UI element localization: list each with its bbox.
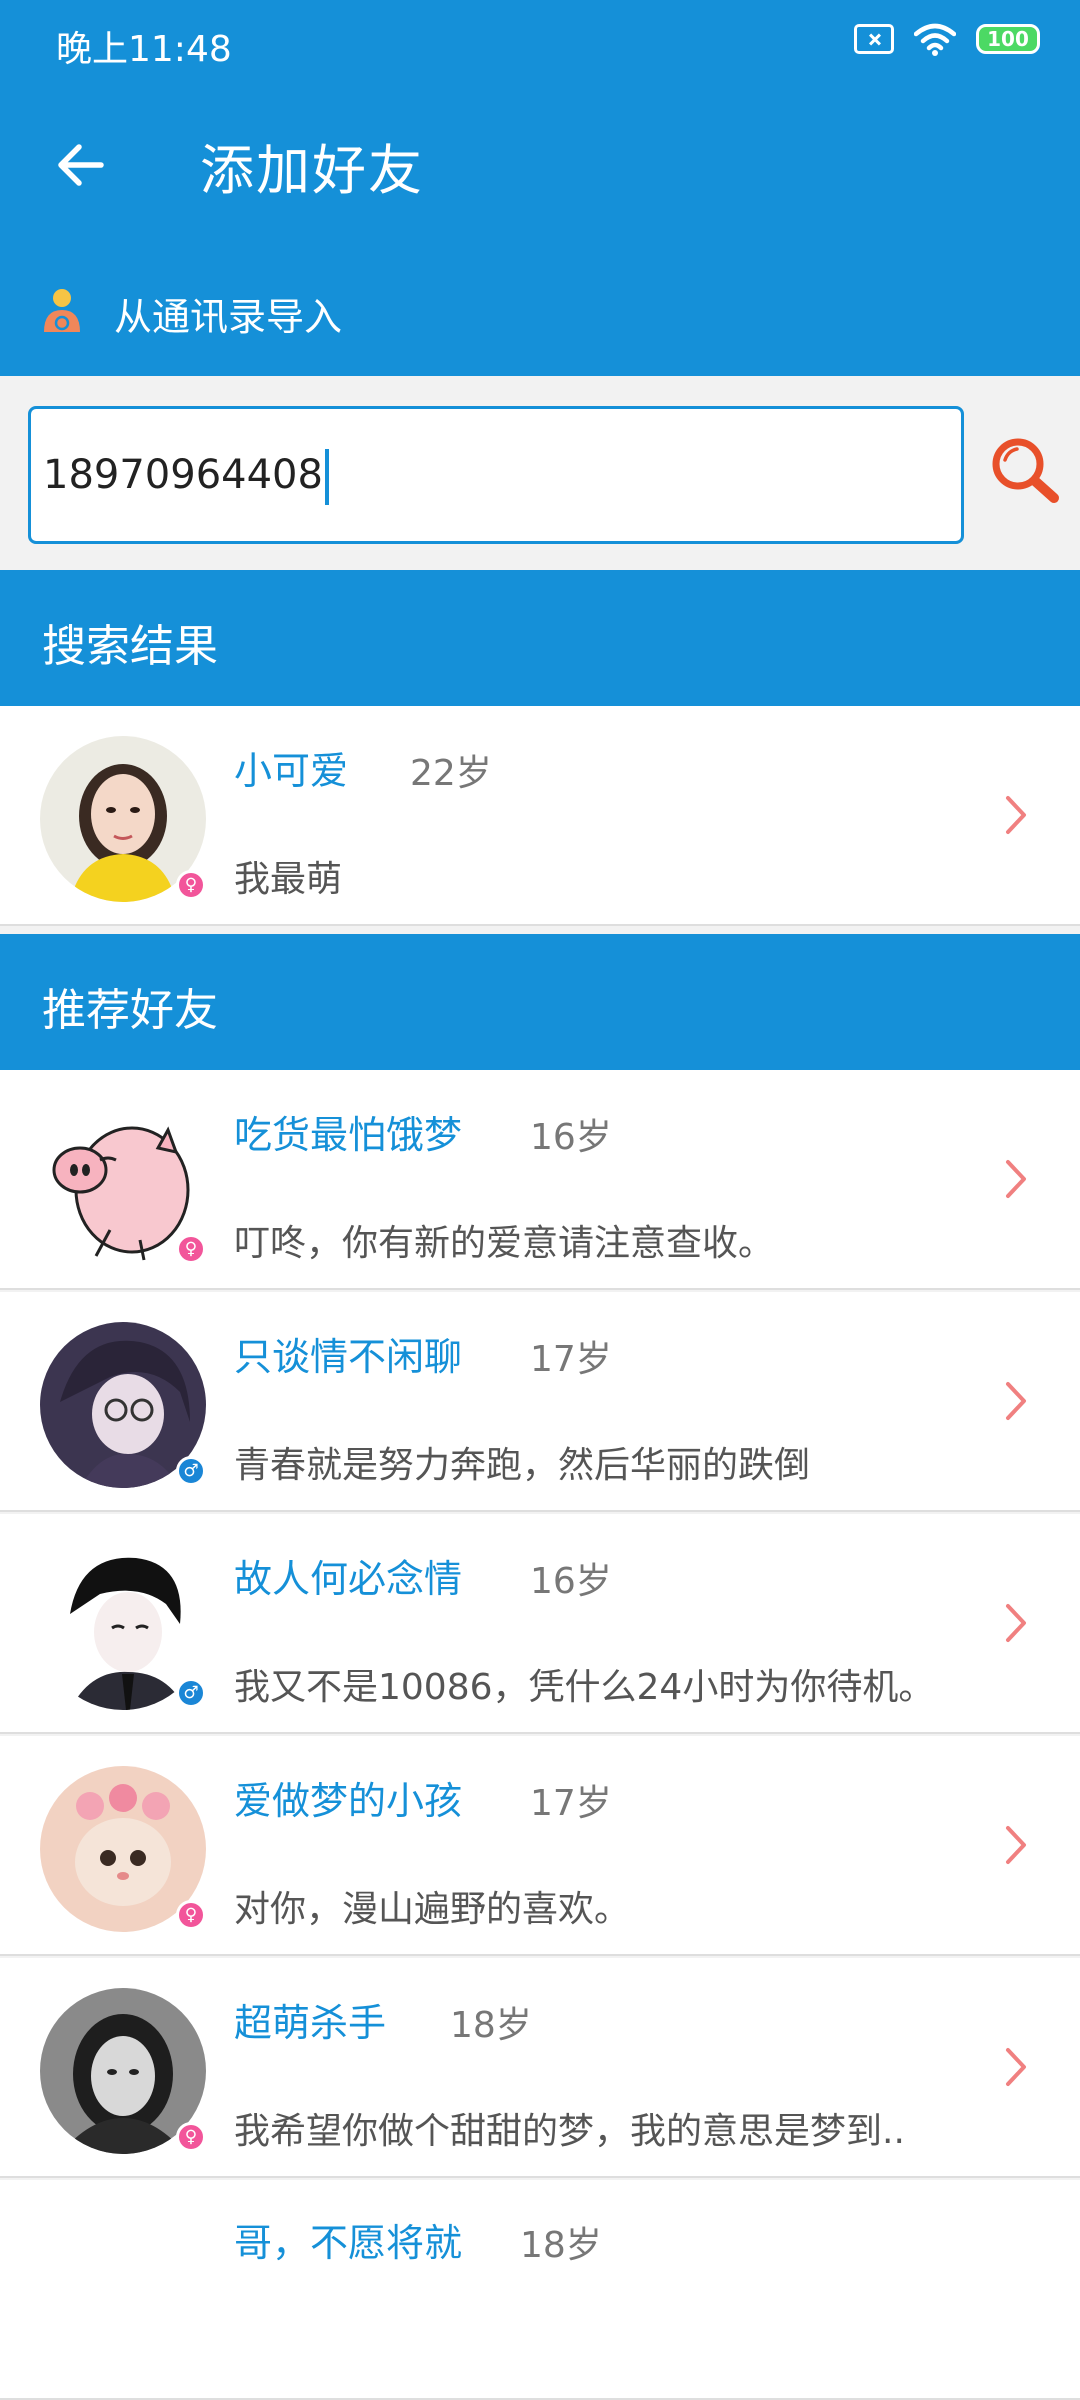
user-age: 16岁 bbox=[530, 1561, 612, 1602]
search-results-header: 搜索结果 bbox=[0, 570, 1080, 706]
recommended-row[interactable]: ♀ 爱做梦的小孩 17岁 对你，漫山遍野的喜欢。 bbox=[0, 1736, 1080, 1956]
search-input[interactable] bbox=[43, 409, 943, 541]
recommended-row[interactable]: ♂ 只谈情不闲聊 17岁 青春就是努力奔跑，然后华丽的跌倒 bbox=[0, 1292, 1080, 1512]
text-caret bbox=[324, 449, 329, 505]
chevron-right-icon bbox=[1006, 1382, 1026, 1420]
user-age: 18岁 bbox=[450, 2005, 532, 2046]
contacts-person-icon bbox=[44, 289, 80, 332]
user-name: 超萌杀手 bbox=[234, 2001, 387, 2045]
recommended-row[interactable]: ♀ 超萌杀手 18岁 我希望你做个甜甜的梦，我的意思是梦到.. bbox=[0, 1958, 1080, 2178]
search-area bbox=[0, 376, 1080, 570]
app-header: 晚上11:48 100 添加好友 从通讯录导入 bbox=[0, 0, 1080, 376]
nav-bar: 添加好友 bbox=[0, 100, 1080, 230]
chevron-right-icon bbox=[1006, 2048, 1026, 2086]
section-title: 搜索结果 bbox=[42, 621, 218, 672]
user-age: 17岁 bbox=[530, 1339, 612, 1380]
user-name: 哥，不愿将就 bbox=[234, 2221, 463, 2265]
user-age: 17岁 bbox=[530, 1783, 612, 1824]
user-name: 故人何必念情 bbox=[234, 1557, 463, 1601]
user-motto: 青春就是努力奔跑，然后华丽的跌倒 bbox=[234, 1445, 811, 1486]
chevron-right-icon bbox=[1006, 1604, 1026, 1642]
user-motto: 对你，漫山遍野的喜欢。 bbox=[234, 1889, 631, 1930]
user-motto: 叮咚，你有新的爱意请注意查收。 bbox=[234, 1223, 775, 1264]
search-field[interactable] bbox=[28, 406, 964, 544]
search-result-row[interactable]: ♀ 小可爱 22岁 我最萌 bbox=[0, 706, 1080, 926]
page-title: 添加好友 bbox=[200, 139, 424, 202]
user-name: 只谈情不闲聊 bbox=[234, 1335, 463, 1379]
import-contacts-button[interactable]: 从通讯录导入 bbox=[0, 262, 1080, 358]
user-name: 吃货最怕饿梦 bbox=[234, 1113, 463, 1157]
user-motto: 我希望你做个甜甜的梦，我的意思是梦到.. bbox=[234, 2111, 905, 2152]
back-button[interactable] bbox=[40, 132, 120, 198]
arrow-left-icon bbox=[58, 144, 104, 186]
gender-badge: ♀ bbox=[176, 2122, 206, 2152]
wifi-icon bbox=[914, 23, 956, 56]
user-name: 爱做梦的小孩 bbox=[234, 1779, 463, 1823]
user-age: 22岁 bbox=[410, 753, 492, 794]
recommended-row[interactable]: 哥，不愿将就 18岁 bbox=[0, 2180, 1080, 2400]
status-time: 晚上11:48 bbox=[56, 29, 232, 70]
user-motto: 我最萌 bbox=[234, 859, 343, 900]
gender-badge: ♂ bbox=[176, 1678, 206, 1708]
chevron-right-icon bbox=[1006, 1160, 1026, 1198]
recommended-row[interactable]: ♂ 故人何必念情 16岁 我又不是10086，凭什么24小时为你待机。 bbox=[0, 1514, 1080, 1734]
gender-badge: ♂ bbox=[176, 1456, 206, 1486]
gender-badge: ♀ bbox=[176, 870, 206, 900]
user-motto: 我又不是10086，凭什么24小时为你待机。 bbox=[234, 1667, 935, 1708]
chevron-right-icon bbox=[1006, 796, 1026, 834]
gender-badge: ♀ bbox=[176, 1900, 206, 1930]
magnifier-icon[interactable] bbox=[984, 430, 1064, 510]
user-age: 16岁 bbox=[530, 1117, 612, 1158]
status-icons: 100 bbox=[854, 22, 1040, 56]
recommended-header: 推荐好友 bbox=[0, 934, 1080, 1070]
user-name: 小可爱 bbox=[234, 749, 349, 793]
battery-icon: 100 bbox=[976, 24, 1040, 54]
chevron-right-icon bbox=[1006, 1826, 1026, 1864]
sim-error-icon bbox=[854, 24, 894, 54]
section-title: 推荐好友 bbox=[42, 985, 218, 1036]
gender-badge: ♀ bbox=[176, 1234, 206, 1264]
status-bar: 晚上11:48 100 bbox=[0, 0, 1080, 86]
import-contacts-label: 从通讯录导入 bbox=[114, 295, 343, 339]
recommended-row[interactable]: ♀ 吃货最怕饿梦 16岁 叮咚，你有新的爱意请注意查收。 bbox=[0, 1070, 1080, 1290]
user-age: 18岁 bbox=[520, 2225, 602, 2266]
